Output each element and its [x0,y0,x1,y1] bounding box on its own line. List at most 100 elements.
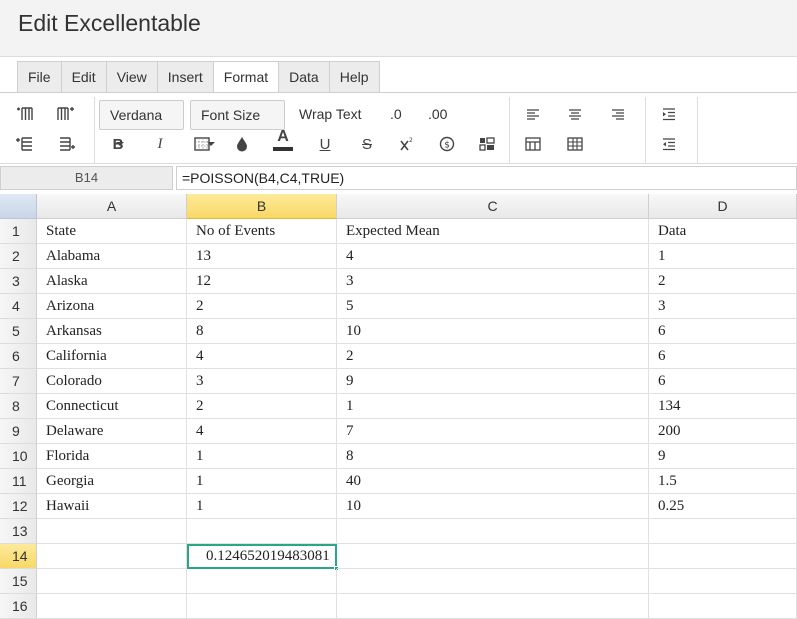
cell[interactable]: 2 [337,344,649,369]
cell[interactable]: 6 [649,369,797,394]
select-all-corner[interactable] [0,194,37,219]
cell[interactable]: Georgia [37,469,187,494]
row-header[interactable]: 1 [0,219,37,244]
decrease-decimal-button[interactable]: .0 [390,106,402,122]
text-color-button[interactable]: A [272,129,294,151]
merge-cells-icon[interactable] [522,133,544,155]
strikethrough-button[interactable]: S [356,133,378,155]
cell[interactable]: 5 [337,294,649,319]
cell[interactable]: Alabama [37,244,187,269]
row-header[interactable]: 14 [0,544,37,569]
row-header[interactable]: 11 [0,469,37,494]
cell[interactable] [649,594,797,619]
cell[interactable]: 1 [187,444,337,469]
row-header[interactable]: 2 [0,244,37,269]
cell[interactable]: State [37,219,187,244]
insert-column-right-icon[interactable] [55,103,77,125]
cell[interactable] [337,519,649,544]
cell[interactable] [187,569,337,594]
column-header-d[interactable]: D [649,194,797,219]
cell[interactable]: 10 [337,494,649,519]
indent-increase-icon[interactable] [658,103,680,125]
cell[interactable]: 13 [187,244,337,269]
font-size-dropdown[interactable]: Font Size [190,100,285,147]
cell[interactable] [337,594,649,619]
align-center-icon[interactable] [564,103,586,125]
cell[interactable]: California [37,344,187,369]
cell[interactable]: 10 [337,319,649,344]
underline-button[interactable]: U [314,133,336,155]
cell[interactable]: 200 [649,419,797,444]
row-header[interactable]: 6 [0,344,37,369]
cell[interactable]: 1 [187,494,337,519]
insert-row-below-icon[interactable] [13,133,35,155]
cell[interactable]: 134 [649,394,797,419]
menu-help[interactable]: Help [329,62,379,92]
cell[interactable] [337,544,649,569]
column-header-a[interactable]: A [37,194,187,219]
cell[interactable] [187,594,337,619]
cell[interactable]: 3 [337,269,649,294]
wrap-text-button[interactable]: Wrap Text [299,106,362,122]
menu-file[interactable]: File [18,62,62,92]
row-header[interactable]: 13 [0,519,37,544]
cell[interactable]: Data [649,219,797,244]
cell[interactable]: No of Events [187,219,337,244]
currency-icon[interactable]: $ [436,133,458,155]
cell[interactable]: 4 [187,344,337,369]
cell[interactable]: Delaware [37,419,187,444]
borders-icon[interactable] [191,133,213,155]
cell[interactable]: 3 [649,294,797,319]
row-header[interactable]: 3 [0,269,37,294]
row-header[interactable]: 9 [0,419,37,444]
font-family-dropdown[interactable]: Verdana [99,100,184,147]
superscript-icon[interactable]: 2 [396,133,418,155]
cell[interactable]: Arkansas [37,319,187,344]
cell[interactable]: 2 [187,394,337,419]
menu-edit[interactable]: Edit [61,62,107,92]
table-grid-icon[interactable] [564,133,586,155]
cell[interactable]: 3 [187,369,337,394]
cell[interactable]: 8 [187,319,337,344]
menu-insert[interactable]: Insert [157,62,214,92]
row-header[interactable]: 4 [0,294,37,319]
cell[interactable]: Connecticut [37,394,187,419]
menu-data[interactable]: Data [279,62,330,92]
fill-color-icon[interactable] [231,133,253,155]
cell[interactable]: Alaska [37,269,187,294]
cell[interactable]: 2 [187,294,337,319]
cell[interactable] [37,519,187,544]
row-header[interactable]: 12 [0,494,37,519]
insert-column-left-icon[interactable] [55,133,77,155]
cell[interactable] [649,544,797,569]
column-header-b[interactable]: B [187,194,337,219]
row-header[interactable]: 7 [0,369,37,394]
cell[interactable]: 4 [187,419,337,444]
cell-reference-box[interactable]: B14 [0,166,173,190]
cell[interactable]: Expected Mean [337,219,649,244]
menu-format[interactable]: Format [213,62,280,93]
cell[interactable]: Florida [37,444,187,469]
cell[interactable] [187,519,337,544]
align-left-icon[interactable] [522,103,544,125]
cell[interactable]: 12 [187,269,337,294]
column-header-c[interactable]: C [337,194,649,219]
cell[interactable]: 1 [187,469,337,494]
row-header[interactable]: 15 [0,569,37,594]
cell[interactable]: Arizona [37,294,187,319]
formula-input[interactable]: =POISSON(B4,C4,TRUE) [176,166,797,190]
italic-button[interactable]: I [149,133,171,155]
cell[interactable] [37,594,187,619]
cell[interactable]: 9 [337,369,649,394]
cell[interactable]: 2 [649,269,797,294]
indent-decrease-icon[interactable] [658,133,680,155]
align-right-icon[interactable] [607,103,629,125]
active-cell[interactable]: 0.124652019483081 [187,544,339,571]
menu-view[interactable]: View [106,62,158,92]
cell[interactable]: 4 [337,244,649,269]
cell[interactable] [337,569,649,594]
cell[interactable]: 9 [649,444,797,469]
insert-row-above-icon[interactable] [13,103,35,125]
row-header[interactable]: 16 [0,594,37,619]
cell[interactable]: 40 [337,469,649,494]
